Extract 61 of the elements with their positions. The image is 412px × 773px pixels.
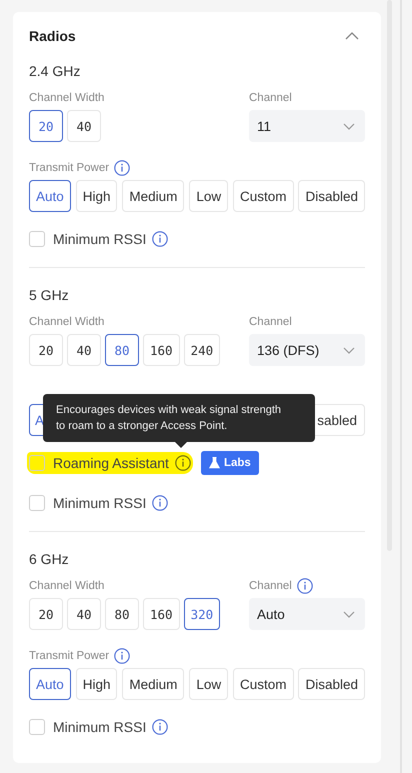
- field-label: Channel Width: [29, 580, 104, 592]
- checkbox[interactable]: [29, 231, 45, 247]
- channel-width-option[interactable]: 40: [67, 334, 101, 366]
- channel-width-option[interactable]: 20: [29, 598, 63, 630]
- channel-width-option[interactable]: 40: [67, 598, 101, 630]
- channel-width-option[interactable]: 20: [29, 334, 63, 366]
- field-label: Channel: [249, 580, 292, 592]
- transmit-power-option[interactable]: Disabled: [298, 668, 365, 700]
- info-icon[interactable]: [114, 648, 130, 664]
- checkbox-label: Minimum RSSI: [53, 231, 146, 247]
- info-icon[interactable]: [152, 231, 168, 247]
- checkbox[interactable]: [29, 495, 45, 511]
- transmit-power-option[interactable]: Medium: [122, 180, 184, 212]
- checkbox-label: Roaming Assistant: [53, 455, 169, 471]
- channel-width-option[interactable]: 320: [184, 598, 220, 630]
- checkbox-label: Minimum RSSI: [53, 719, 146, 735]
- transmit-power-option[interactable]: Auto: [29, 668, 71, 700]
- band-title: 2.4 GHz: [29, 62, 82, 81]
- checkbox-label: Minimum RSSI: [53, 495, 146, 511]
- field-label: Channel Width: [29, 92, 104, 104]
- transmit-power-option[interactable]: High: [76, 668, 118, 700]
- transmit-power-option[interactable]: Custom: [233, 180, 294, 212]
- section-title: Radios: [29, 28, 76, 44]
- field-label: Transmit Power: [29, 650, 110, 662]
- transmit-power-option[interactable]: Auto: [29, 180, 71, 212]
- dropdown-chevron-icon: [343, 346, 355, 354]
- channel-width-option[interactable]: 20: [29, 110, 63, 142]
- transmit-power-option[interactable]: Low: [189, 668, 228, 700]
- transmit-power-option[interactable]: Custom: [233, 668, 294, 700]
- checkbox[interactable]: [29, 719, 45, 735]
- info-icon[interactable]: [152, 495, 168, 511]
- channel-width-option[interactable]: 160: [143, 598, 180, 630]
- channel-width-option[interactable]: 40: [67, 110, 101, 142]
- field-label: Channel: [249, 316, 292, 328]
- band-title: 6 GHz: [29, 550, 70, 569]
- info-icon[interactable]: [296, 578, 313, 594]
- checkbox[interactable]: [29, 455, 45, 471]
- info-icon[interactable]: [152, 719, 168, 735]
- field-label: Transmit Power: [29, 162, 110, 174]
- flask-icon: [208, 457, 220, 469]
- dropdown-chevron-icon: [343, 122, 355, 130]
- band-title: 5 GHz: [29, 286, 70, 305]
- transmit-power-option[interactable]: Low: [189, 180, 228, 212]
- transmit-power-option[interactable]: Medium: [122, 668, 184, 700]
- field-label: Channel: [249, 92, 292, 104]
- field-label: Channel Width: [29, 316, 104, 328]
- channel-width-option[interactable]: 160: [143, 334, 180, 366]
- tooltip-text: Encourages devices with weak signal strength to roam to a stronger Access Point.: [56, 403, 282, 434]
- channel-width-option[interactable]: 80: [105, 598, 139, 630]
- badge-label: Labs: [224, 457, 251, 469]
- info-icon[interactable]: [174, 455, 191, 471]
- channel-select[interactable]: 11: [249, 110, 365, 142]
- channel-width-option[interactable]: 240: [184, 334, 220, 366]
- info-icon[interactable]: [114, 160, 130, 176]
- transmit-power-option[interactable]: High: [76, 180, 118, 212]
- channel-select[interactable]: Auto: [249, 598, 365, 630]
- collapse-chevron-icon[interactable]: [345, 32, 359, 40]
- channel-width-option[interactable]: 80: [105, 334, 139, 366]
- dropdown-chevron-icon: [343, 610, 355, 618]
- channel-select[interactable]: 136 (DFS): [249, 334, 365, 366]
- transmit-power-option[interactable]: Disabled: [298, 180, 365, 212]
